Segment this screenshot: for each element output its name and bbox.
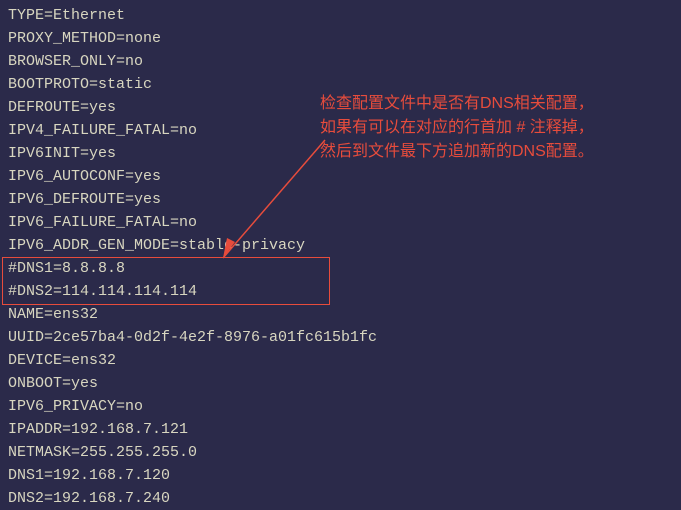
config-line: DEFROUTE=yes bbox=[8, 96, 673, 119]
config-line: IPV4_FAILURE_FATAL=no bbox=[8, 119, 673, 142]
config-line: NAME=ens32 bbox=[8, 303, 673, 326]
config-line: BOOTPROTO=static bbox=[8, 73, 673, 96]
config-line: NETMASK=255.255.255.0 bbox=[8, 441, 673, 464]
config-line: IPADDR=192.168.7.121 bbox=[8, 418, 673, 441]
config-line: DNS1=192.168.7.120 bbox=[8, 464, 673, 487]
config-line: IPV6_PRIVACY=no bbox=[8, 395, 673, 418]
config-line: IPV6INIT=yes bbox=[8, 142, 673, 165]
config-line: DNS2=192.168.7.240 bbox=[8, 487, 673, 510]
config-line: TYPE=Ethernet bbox=[8, 4, 673, 27]
config-line: UUID=2ce57ba4-0d2f-4e2f-8976-a01fc615b1f… bbox=[8, 326, 673, 349]
config-line: DEVICE=ens32 bbox=[8, 349, 673, 372]
config-line: #DNS2=114.114.114.114 bbox=[8, 280, 673, 303]
config-line: IPV6_AUTOCONF=yes bbox=[8, 165, 673, 188]
config-line: BROWSER_ONLY=no bbox=[8, 50, 673, 73]
config-line: ONBOOT=yes bbox=[8, 372, 673, 395]
config-line: PROXY_METHOD=none bbox=[8, 27, 673, 50]
config-line: #DNS1=8.8.8.8 bbox=[8, 257, 673, 280]
config-line: IPV6_FAILURE_FATAL=no bbox=[8, 211, 673, 234]
config-line: IPV6_ADDR_GEN_MODE=stable-privacy bbox=[8, 234, 673, 257]
config-line: IPV6_DEFROUTE=yes bbox=[8, 188, 673, 211]
config-file-content: TYPE=Ethernet PROXY_METHOD=none BROWSER_… bbox=[8, 4, 673, 510]
